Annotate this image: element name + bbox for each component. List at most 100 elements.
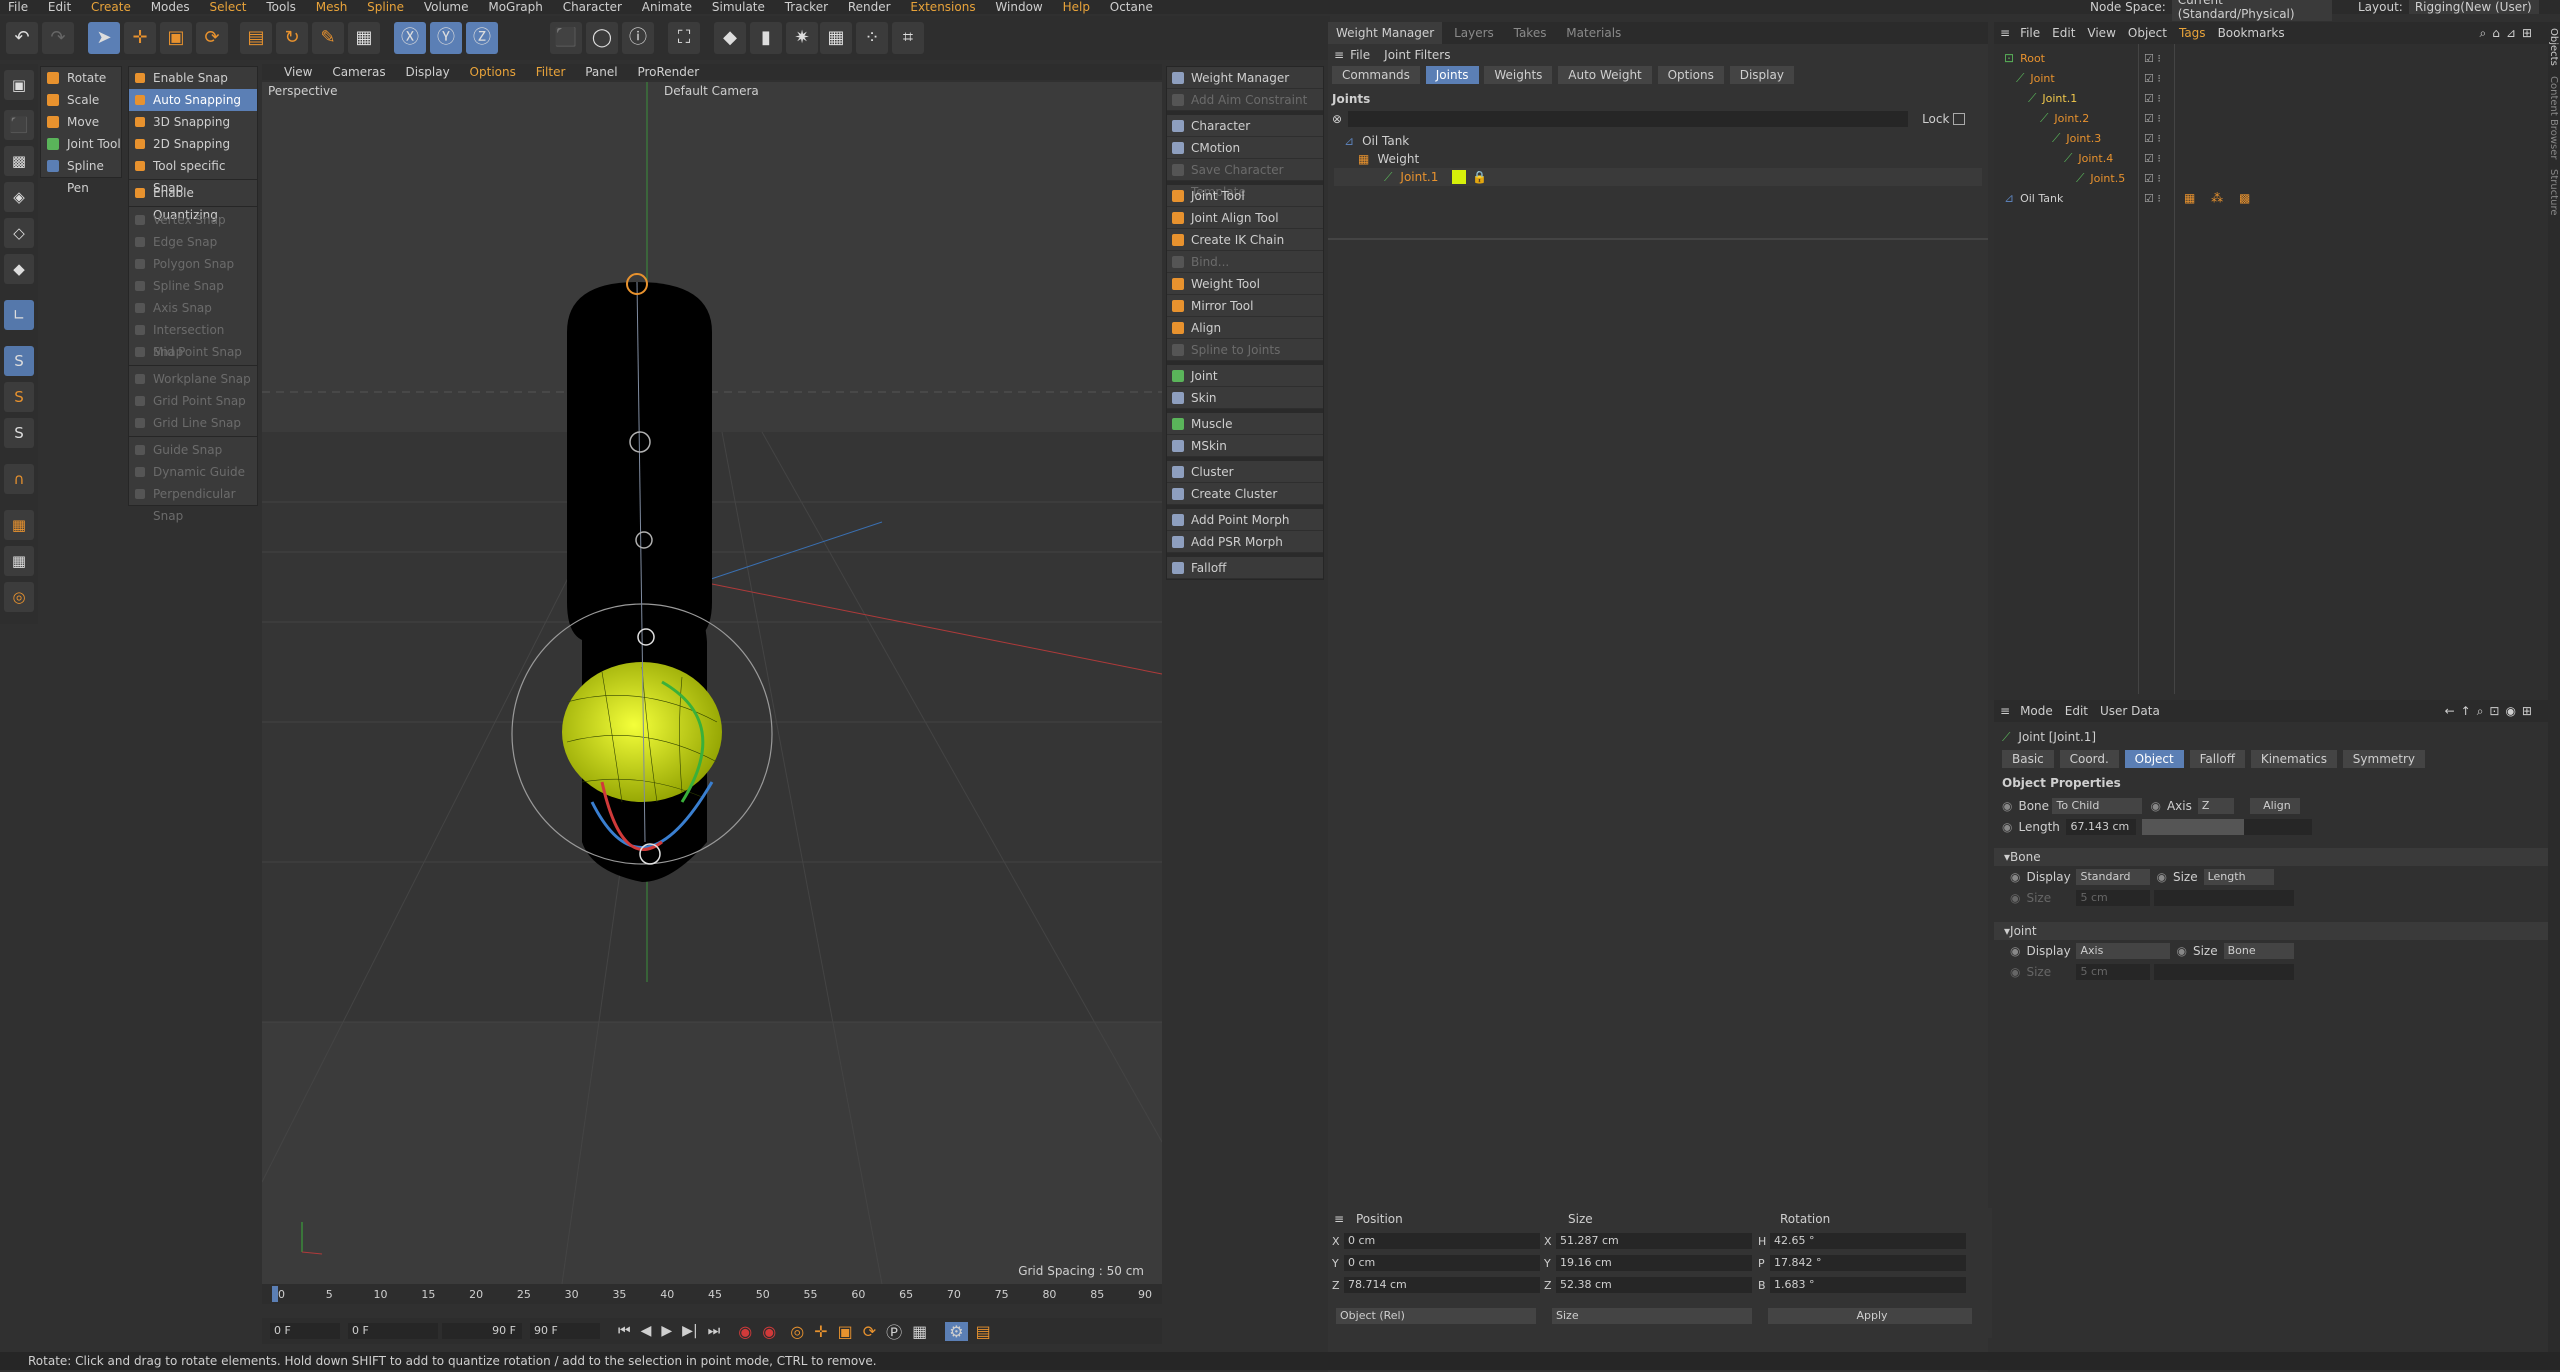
attr-bone-display-dropdown[interactable]: Standard — [2076, 869, 2151, 885]
points-mode-icon[interactable]: ◈ — [4, 182, 34, 212]
polygons-mode-icon[interactable]: ◆ — [4, 254, 34, 284]
snap-grid-point-item[interactable]: Grid Point Snap — [129, 390, 257, 412]
visibility-toggle-icon[interactable]: ☑ ⁝ — [2144, 52, 2161, 65]
menu-animate[interactable]: Animate — [634, 0, 700, 14]
joint-color-swatch[interactable] — [1452, 170, 1467, 184]
char-joint[interactable]: Joint — [1167, 365, 1323, 387]
hamburger-icon[interactable]: ≡ — [1334, 48, 1344, 62]
attr-menu-edit[interactable]: Edit — [2065, 704, 2088, 718]
key-scale-icon[interactable]: ▣ — [838, 1322, 853, 1341]
hamburger-icon[interactable]: ≡ — [2000, 26, 2010, 40]
tool-spline-pen[interactable]: Spline Pen — [41, 155, 121, 195]
grid-icon[interactable]: ▦ — [820, 22, 852, 54]
x-axis-icon[interactable]: Ⓧ — [394, 22, 426, 54]
viewport[interactable]: Perspective Default Camera Grid Spacing … — [262, 82, 1162, 1284]
menu-volume[interactable]: Volume — [416, 0, 477, 14]
coord-position-field[interactable]: 78.714 cm — [1344, 1277, 1540, 1293]
om-tree-row[interactable]: ⟋ Joint.2 ☑ ⁝ — [1994, 108, 2548, 128]
animate-dot-icon[interactable]: ◉ — [2010, 944, 2020, 958]
menu-help[interactable]: Help — [1055, 0, 1098, 14]
key-rotate-icon[interactable]: ⟳ — [863, 1322, 876, 1341]
snap-intersection-item[interactable]: Intersection Snap — [129, 319, 257, 359]
snap-3d-item[interactable]: 3D Snapping — [129, 111, 257, 133]
attr-nav-icons[interactable]: ←↑⌕⊡◉⊞ — [2445, 704, 2538, 719]
menu-simulate[interactable]: Simulate — [704, 0, 773, 14]
timeline-mode-icon[interactable]: ⚙ — [945, 1321, 968, 1341]
side-tab-content-browser[interactable]: Content Browser — [2548, 76, 2559, 159]
coord-position-field[interactable]: 0 cm — [1344, 1233, 1540, 1249]
key-param-icon[interactable]: Ⓟ — [886, 1319, 902, 1343]
coord-position-field[interactable]: 0 cm — [1344, 1255, 1540, 1271]
attr-tab-basic[interactable]: Basic — [2002, 750, 2054, 768]
axis-mode-icon[interactable]: ∟ — [4, 300, 34, 330]
visibility-toggle-icon[interactable]: ☑ ⁝ — [2144, 172, 2161, 185]
wm-display-button[interactable]: Display — [1729, 66, 1794, 84]
om-menu-tags[interactable]: Tags — [2179, 26, 2206, 40]
attr-menu-mode[interactable]: Mode — [2020, 704, 2053, 718]
visibility-toggle-icon[interactable]: ☑ ⁝ — [2144, 92, 2161, 105]
char-cluster[interactable]: Cluster — [1167, 461, 1323, 483]
animate-dot-icon[interactable]: ◉ — [2002, 799, 2012, 813]
menu-tools[interactable]: Tools — [258, 0, 304, 14]
light-icon[interactable]: ✷ — [786, 22, 818, 54]
psr-icon[interactable]: ▤ — [240, 22, 272, 54]
side-tab-objects[interactable]: Objects — [2548, 28, 2559, 66]
attr-tab-symmetry[interactable]: Symmetry — [2342, 750, 2426, 768]
animate-dot-icon[interactable]: ◉ — [2010, 870, 2020, 884]
om-menu-view[interactable]: View — [2087, 26, 2115, 40]
attr-axis-dropdown[interactable]: Z — [2197, 798, 2234, 814]
char-save-template[interactable]: Save Character Template — [1167, 159, 1323, 199]
locked-workplane-icon[interactable]: ◎ — [4, 582, 34, 612]
om-tree-row[interactable]: ⟋ Joint.3 ☑ ⁝ — [1994, 128, 2548, 148]
menu-edit[interactable]: Edit — [40, 0, 79, 14]
menu-select[interactable]: Select — [201, 0, 254, 14]
wm-menu-joint-filters[interactable]: Joint Filters — [1384, 48, 1450, 62]
coord-mode-dropdown[interactable]: Object (Rel) — [1336, 1308, 1536, 1324]
magnet-icon[interactable]: ∩ — [4, 464, 34, 494]
om-menu-edit[interactable]: Edit — [2052, 26, 2075, 40]
vp-menu-options[interactable]: Options — [462, 64, 524, 80]
snap-vertex-item[interactable]: Vertex Snap — [129, 209, 257, 231]
snap-polygon-item[interactable]: Polygon Snap — [129, 253, 257, 275]
scatter-icon[interactable]: ⁘ — [856, 22, 888, 54]
vp-menu-display[interactable]: Display — [397, 64, 457, 80]
char-character[interactable]: Character — [1167, 115, 1323, 137]
menu-create[interactable]: Create — [83, 0, 139, 14]
menu-window[interactable]: Window — [987, 0, 1050, 14]
attr-bone-size2-slider[interactable] — [2154, 890, 2295, 906]
tab-materials[interactable]: Materials — [1558, 22, 1629, 44]
key-grid-icon[interactable]: ▦ — [912, 1322, 927, 1341]
snap-settings-icon[interactable]: S — [4, 382, 34, 412]
snap-guide-item[interactable]: Guide Snap — [129, 439, 257, 461]
edges-mode-icon[interactable]: ◇ — [4, 218, 34, 248]
prev-frame-icon[interactable]: ◀ — [641, 1323, 652, 1339]
tool-move[interactable]: Move — [41, 111, 121, 133]
info-icon[interactable]: ⓘ — [622, 22, 654, 54]
network-icon[interactable]: ⌗ — [892, 22, 924, 54]
snap-dynamic-guide-item[interactable]: Dynamic Guide — [129, 461, 257, 483]
snap-auto-item[interactable]: Auto Snapping — [129, 89, 257, 111]
hamburger-icon[interactable]: ≡ — [2000, 704, 2010, 718]
attr-length-field[interactable]: 67.143 cm — [2066, 819, 2137, 835]
checker-icon[interactable]: ▦ — [348, 22, 380, 54]
quantize-enable-item[interactable]: Enable Quantizing — [129, 182, 257, 222]
visibility-toggle-icon[interactable]: ☑ ⁝ — [2144, 112, 2161, 125]
texture-mode-icon[interactable]: ▩ — [4, 146, 34, 176]
attr-tab-falloff[interactable]: Falloff — [2189, 750, 2246, 768]
current-frame-field[interactable]: 0 F — [270, 1323, 340, 1339]
menu-extensions[interactable]: Extensions — [902, 0, 983, 14]
coord-size-field[interactable]: 19.16 cm — [1556, 1255, 1752, 1271]
visibility-toggle-icon[interactable]: ☑ ⁝ — [2144, 192, 2161, 205]
apply-button[interactable]: Apply — [1768, 1308, 1972, 1324]
vp-menu-cameras[interactable]: Cameras — [324, 64, 393, 80]
char-muscle[interactable]: Muscle — [1167, 413, 1323, 435]
clear-filter-icon[interactable]: ⊗ — [1332, 112, 1342, 126]
attr-bone-size-dropdown[interactable]: Length — [2203, 869, 2274, 885]
select-tool-icon[interactable]: ➤ — [88, 22, 120, 54]
animate-dot-icon[interactable]: ◉ — [2156, 870, 2166, 884]
menu-modes[interactable]: Modes — [143, 0, 198, 14]
snap-axis-item[interactable]: Axis Snap — [129, 297, 257, 319]
go-to-end-icon[interactable]: ⏭ — [708, 1323, 721, 1339]
char-add-psr-morph[interactable]: Add PSR Morph — [1167, 531, 1323, 553]
cylinder-icon[interactable]: ▮ — [750, 22, 782, 54]
